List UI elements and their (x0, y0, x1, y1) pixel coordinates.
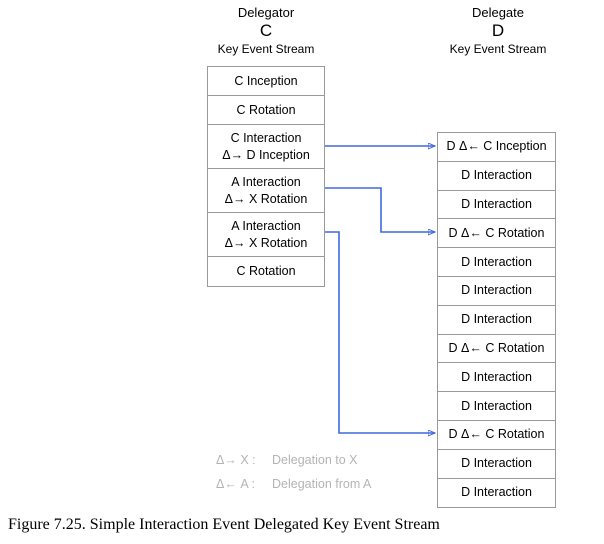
delegator-event-row-text: C Inception (234, 73, 298, 88)
delegate-event-row: D Interaction (438, 363, 555, 393)
legend-description: Delegation to X (272, 453, 358, 467)
delegator-event-row-text: C Rotation (236, 102, 296, 117)
delegate-event-row-text: D Δ← C Rotation (448, 427, 545, 442)
delegate-event-row: D Interaction (438, 276, 555, 306)
delegate-event-row-text: D Δ← C Rotation (448, 340, 545, 355)
delegator-event-row: C Interaction Δ→ D Inception (208, 125, 324, 169)
legend: Δ→ X : Delegation to X Δ← A : Delegation fr… (216, 448, 371, 496)
delegate-event-row-text: D Interaction (461, 485, 532, 500)
delegator-role-label: Delegator (237, 5, 295, 20)
delegate-event-row-text: D Interaction (461, 196, 532, 211)
legend-item: Δ← A : Delegation from A (216, 472, 371, 496)
delegate-key-event-stream: D Δ← C Inception D Interaction D Interacti… (437, 132, 556, 509)
delegate-event-row-text: D Interaction (461, 312, 532, 327)
delegate-event-row: D Interaction (438, 161, 555, 191)
delegate-letter-label: D (491, 21, 505, 40)
delegate-role-label: Delegate (471, 5, 525, 20)
delegator-event-row-text: C Rotation (236, 264, 296, 278)
delegate-event-row: D Interaction (438, 248, 555, 277)
delegator-event-row-text: Δ→ X Rotation (224, 235, 308, 250)
delegate-event-row-text: D Interaction (461, 398, 532, 413)
delegator-event-row: C Rotation (208, 257, 324, 286)
delegate-event-row-text: D Δ← C Inception (446, 139, 547, 154)
figure-caption: Figure 7.25. Simple Interaction Event De… (8, 516, 440, 533)
delegator-event-row-text: C Interaction (230, 130, 302, 145)
delegate-event-row-text: D Interaction (461, 254, 532, 269)
delegate-event-row: D Interaction (438, 392, 555, 421)
delegator-letter-label: C (259, 21, 273, 40)
delegate-event-row-text: D Δ← C Rotation (448, 225, 545, 240)
delegate-event-row: D Interaction (438, 478, 555, 508)
delegate-event-row-text: D Interaction (461, 283, 532, 298)
delegator-stream-label: Key Event Stream (217, 42, 315, 56)
delegate-event-row: D Δ← C Rotation (438, 219, 555, 249)
delegate-stream-label: Key Event Stream (449, 42, 547, 56)
delegate-column-header: Delegate D Key Event Stream (428, 4, 568, 57)
connector-a-interaction-2-to-d-rotation-3 (325, 231, 435, 433)
delegate-event-row-text: D Interaction (461, 456, 532, 471)
delegator-event-row: C Inception (208, 67, 324, 96)
delegator-column-header: Delegator C Key Event Stream (196, 4, 336, 57)
delegator-event-row-text: Δ→ D Inception (222, 147, 310, 162)
legend-symbol: Δ← A : (216, 477, 255, 491)
legend-symbol: Δ→ X : (216, 453, 256, 467)
legend-item: Δ→ X : Delegation to X (216, 448, 371, 472)
delegator-event-row-text: A Interaction (231, 174, 301, 189)
delegator-event-row-text: A Interaction (231, 218, 301, 233)
delegate-event-row: D Interaction (438, 190, 555, 220)
delegator-event-row-text: Δ→ X Rotation (224, 191, 308, 206)
delegator-event-row: A Interaction Δ→ X Rotation (208, 213, 324, 257)
delegator-key-event-stream: C Inception C Rotation C Interaction Δ→ D I… (207, 66, 325, 287)
delegate-event-row: D Δ← C Rotation (438, 420, 555, 450)
legend-description: Delegation from A (272, 477, 372, 491)
delegate-event-row: D Δ← C Rotation (438, 334, 555, 364)
delegate-event-row: D Interaction (438, 449, 555, 479)
delegate-event-row-text: D Interaction (461, 369, 532, 384)
delegator-event-row: A Interaction Δ→ X Rotation (208, 169, 324, 213)
delegate-event-row-text: D Interaction (461, 168, 532, 183)
delegator-event-row: C Rotation (208, 96, 324, 125)
delegate-event-row: D Δ← C Inception (438, 133, 555, 162)
delegate-event-row: D Interaction (438, 305, 555, 335)
connector-a-interaction-1-to-d-rotation-1 (325, 187, 435, 232)
